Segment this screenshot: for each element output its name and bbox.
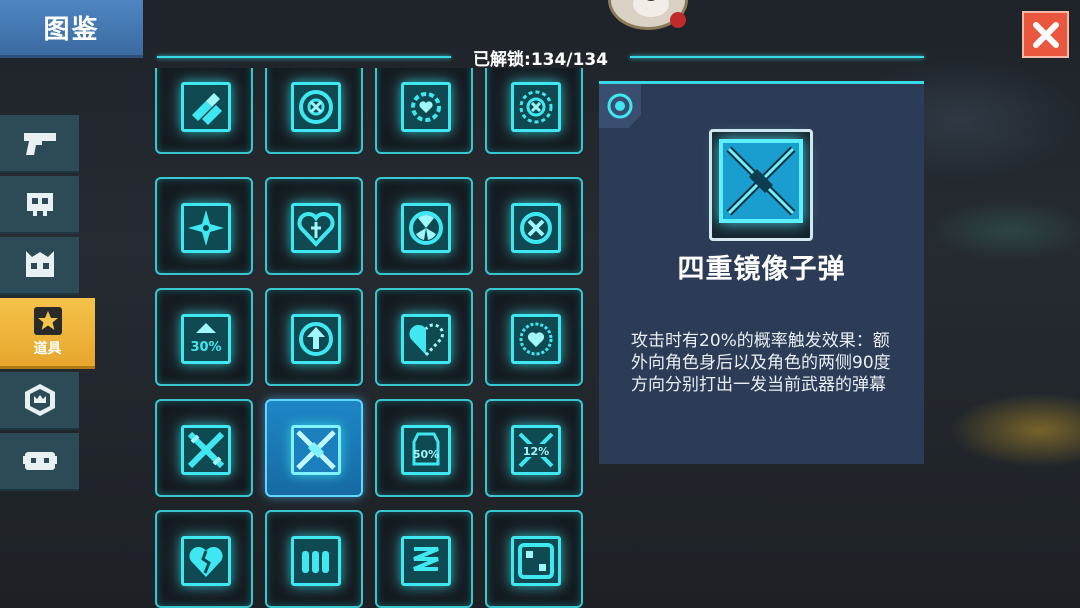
grid-item[interactable] [265, 288, 363, 386]
pet-icon [22, 452, 57, 470]
unlock-count: 已解锁:134/134 [473, 49, 608, 70]
tab-items-label: 道具 [33, 341, 62, 357]
broken-heart-icon [181, 536, 231, 586]
notification-dot [670, 12, 686, 28]
cross-12-label: 12% [523, 445, 549, 458]
item-preview-frame [709, 129, 813, 241]
tab-weapons[interactable] [0, 115, 79, 173]
tab-items[interactable]: 道具 [0, 298, 95, 369]
unlock-progress: 已解锁:134/134 [157, 44, 925, 70]
item-name: 四重镜像子弹 [677, 254, 846, 285]
grid-item[interactable] [375, 288, 473, 386]
grid-item[interactable]: 12% [485, 399, 583, 497]
holy-heart-icon [291, 203, 341, 253]
star-icon [33, 307, 62, 335]
shuriken-icon [181, 203, 231, 253]
mirror-bullet-icon [291, 425, 341, 475]
boss-icon [25, 251, 54, 277]
grid-item[interactable] [155, 399, 253, 497]
item-detail-panel: 四重镜像子弹 攻击时有20%的概率触发效果：额外向角色身后以及角色的两侧90度方… [599, 81, 924, 464]
grid-item[interactable] [375, 510, 473, 608]
cross-swords-icon [181, 425, 231, 475]
mirror-bullet-large-icon [719, 139, 803, 223]
half-heart-icon [401, 314, 451, 364]
shield-50-icon: 50% [401, 425, 451, 475]
up-30-label: 30% [190, 340, 221, 355]
eye-icon [607, 93, 633, 119]
close-icon [1032, 21, 1059, 48]
tab-badges[interactable] [0, 372, 79, 430]
page-title: 图鉴 [0, 0, 143, 58]
shield-50-label: 50% [413, 448, 439, 461]
dotted-target-icon [511, 82, 561, 132]
crown-badge-icon [24, 384, 55, 416]
gun-icon [23, 133, 56, 155]
grid-item[interactable] [375, 68, 473, 154]
sun-heart-icon [401, 82, 451, 132]
grid-item[interactable] [485, 68, 583, 154]
skull-icon [26, 193, 53, 216]
grid-item[interactable] [155, 68, 253, 154]
tab-enemies[interactable] [0, 176, 79, 234]
radiation-icon [401, 203, 451, 253]
close-button[interactable] [1022, 11, 1069, 58]
dice-icon [511, 536, 561, 586]
grid-item[interactable] [265, 177, 363, 275]
tab-pets[interactable] [0, 433, 79, 491]
panel-corner-badge [599, 84, 641, 128]
item-grid: 30% 50% 12% [155, 68, 585, 608]
grid-item[interactable] [155, 510, 253, 608]
grid-item[interactable] [265, 510, 363, 608]
ammo-clip-icon [291, 536, 341, 586]
grid-item-selected[interactable] [265, 399, 363, 497]
grid-item[interactable]: 30% [155, 288, 253, 386]
grid-item[interactable]: 50% [375, 399, 473, 497]
spring-icon [401, 536, 451, 586]
tab-bosses[interactable] [0, 237, 79, 295]
grid-item[interactable] [485, 510, 583, 608]
cross-12-icon: 12% [511, 425, 561, 475]
crosshair-target-icon [291, 82, 341, 132]
heart-clock-icon [511, 314, 561, 364]
category-sidebar: 道具 [0, 115, 96, 494]
item-description: 攻击时有20%的概率触发效果：额外向角色身后以及角色的两侧90度方向分别打出一发… [631, 331, 891, 395]
grid-item[interactable] [265, 68, 363, 154]
grid-item[interactable] [485, 288, 583, 386]
up-30-icon: 30% [181, 314, 231, 364]
arrow-circle-icon [291, 314, 341, 364]
grid-item[interactable] [375, 177, 473, 275]
bullets-icon [181, 82, 231, 132]
grid-item[interactable] [485, 177, 583, 275]
grid-item[interactable] [155, 177, 253, 275]
cross-circle-icon [511, 203, 561, 253]
